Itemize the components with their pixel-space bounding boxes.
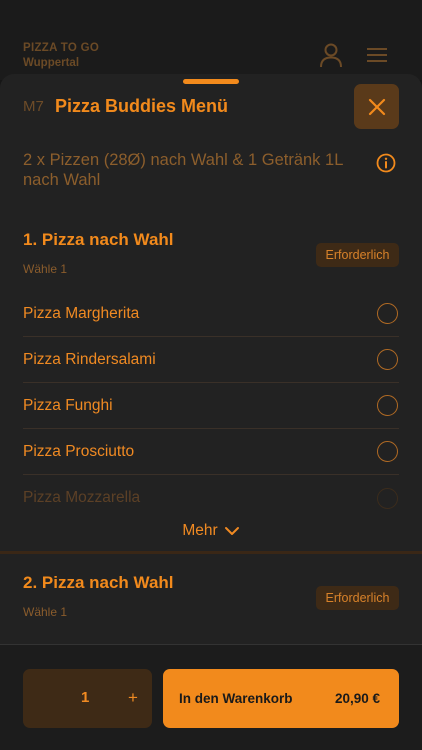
option-label: Pizza Mozzarella [23,489,141,506]
option-label: Pizza Funghi [23,396,113,414]
option-label: Pizza Margherita [23,304,140,322]
app-header: PIZZA TO GO Wuppertal [0,0,422,80]
close-button[interactable] [354,84,399,129]
radio-button[interactable] [377,303,398,324]
show-more-button[interactable]: Mehr [0,519,422,543]
radio-button[interactable] [377,487,398,509]
option-pizza-mozzarella[interactable]: Pizza Mozzarella [23,475,399,521]
required-badge: Erforderlich [316,586,399,610]
sheet-grabber[interactable] [183,79,239,84]
radio-button[interactable] [377,441,398,462]
product-title: Pizza Buddies Menü [55,96,229,116]
restaurant-brand[interactable]: PIZZA TO GO Wuppertal [23,41,99,71]
option-label: Pizza Prosciutto [23,442,135,460]
option-pizza-rindersalami[interactable]: Pizza Rindersalami [23,337,399,383]
option-pizza-prosciutto[interactable]: Pizza Prosciutto [23,429,399,475]
group-title: 1. Pizza nach Wahl [23,230,174,249]
restaurant-name: PIZZA TO GO [23,42,100,54]
user-icon[interactable] [318,42,344,68]
radio-button[interactable] [377,395,398,416]
option-pizza-funghi[interactable]: Pizza Funghi [23,383,399,429]
add-to-cart-label: In den Warenkorb [179,691,293,706]
restaurant-city: Wuppertal [23,57,80,69]
option-label: Pizza Rindersalami [23,350,156,368]
radio-button[interactable] [377,349,398,370]
group-title: 2. Pizza nach Wahl [23,573,174,592]
quantity-stepper: 1 + [23,669,152,728]
product-description: 2 x Pizzen (28Ø) nach Wahl & 1 Getränk 1… [23,151,343,189]
show-more-label: Mehr [182,522,218,539]
chevron-down-icon [224,527,239,535]
cart-footer: 1 + In den Warenkorb 20,90 € [0,644,422,750]
group-subtitle: Wähle 1 [23,262,68,276]
required-badge: Erforderlich [316,243,399,267]
quantity-value: 1 [81,689,90,706]
menu-icon[interactable] [364,42,390,68]
option-pizza-margherita[interactable]: Pizza Margherita [23,291,399,337]
close-icon [368,98,385,115]
increase-quantity-button[interactable]: + [119,683,147,713]
group-subtitle: Wähle 1 [23,605,68,619]
total-price: 20,90 € [334,691,380,706]
product-code: M7 [23,98,44,115]
add-to-cart-button[interactable]: In den Warenkorb 20,90 € [163,669,399,728]
section-divider [0,551,422,554]
info-icon[interactable] [376,153,396,173]
